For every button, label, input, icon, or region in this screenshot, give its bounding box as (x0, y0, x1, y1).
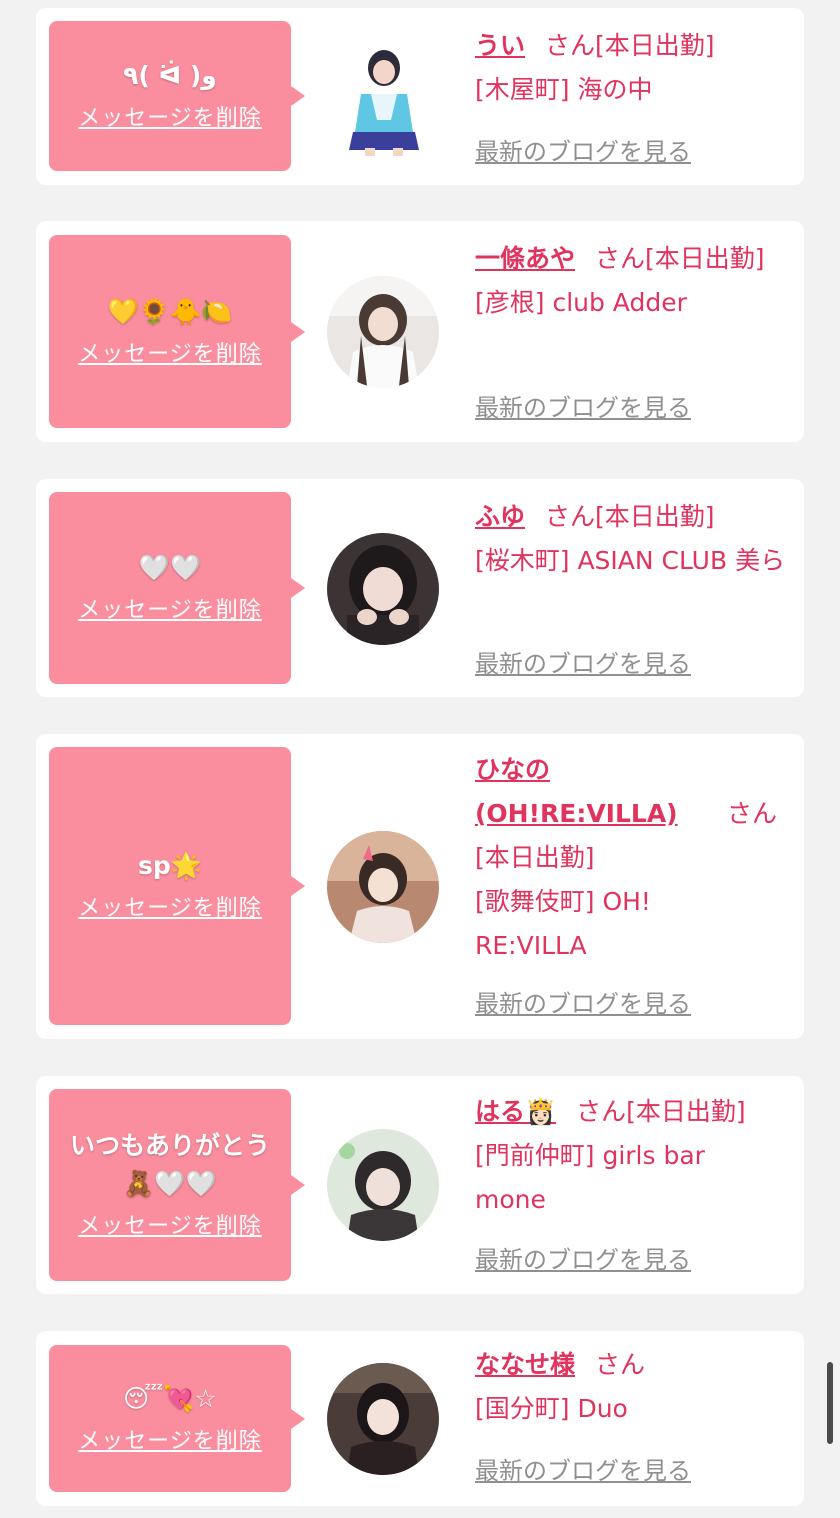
avatar-image (327, 533, 439, 645)
work-status: [本日出勤] (595, 31, 715, 60)
cast-avatar[interactable] (327, 276, 439, 388)
avatar-image (339, 44, 429, 156)
honorific: さん (545, 502, 596, 531)
cast-info: ななせ様 さん [国分町] Duo (475, 1343, 793, 1431)
work-status: [本日出勤] (645, 244, 765, 273)
honorific: さん (595, 1350, 646, 1379)
scrollbar[interactable] (827, 1362, 833, 1444)
cast-info: はる👸🏻 さん[本日出勤] [門前仲町] girls bar mone (475, 1090, 793, 1222)
latest-blog-link[interactable]: 最新のブログを見る (475, 392, 691, 424)
shop-location: [国分町] Duo (475, 1394, 628, 1423)
message-text: 😴💘☆ (123, 1383, 217, 1413)
work-status: [本日出勤] (475, 843, 595, 872)
cast-avatar[interactable] (327, 1129, 439, 1241)
latest-blog-link[interactable]: 最新のブログを見る (475, 988, 691, 1020)
avatar-image (327, 276, 439, 388)
favorite-card: sp🌟 メッセージを削除 ひなの (OH!RE:VILLA) さん [本日出勤] … (36, 734, 804, 1039)
message-bubble: 😴💘☆ メッセージを削除 (49, 1345, 305, 1492)
latest-blog-link[interactable]: 最新のブログを見る (475, 1455, 691, 1487)
honorific: さん (727, 799, 778, 828)
honorific: さん (576, 1097, 627, 1126)
cast-info: ひなの (OH!RE:VILLA) さん [本日出勤] [歌舞伎町] OH! RE… (475, 748, 793, 968)
message-bubble: いつもありがとう🧸🤍🤍 メッセージを削除 (49, 1089, 305, 1281)
cast-name-link[interactable]: うい (475, 31, 525, 60)
honorific: さん (545, 31, 596, 60)
avatar-image (327, 1129, 439, 1241)
delete-message-link[interactable]: メッセージを削除 (78, 339, 262, 371)
delete-message-link[interactable]: メッセージを削除 (78, 893, 262, 925)
avatar-image (327, 1363, 439, 1475)
delete-message-link[interactable]: メッセージを削除 (78, 595, 262, 627)
cast-name-link[interactable]: ななせ様 (475, 1350, 575, 1379)
message-bubble: ٩( ᐛ )و メッセージを削除 (49, 21, 305, 171)
shop-location: [歌舞伎町] OH! RE:VILLA (475, 887, 651, 960)
cast-avatar[interactable] (339, 44, 429, 156)
shop-location: [門前仲町] girls bar mone (475, 1141, 705, 1214)
work-status: [本日出勤] (626, 1097, 746, 1126)
latest-blog-link[interactable]: 最新のブログを見る (475, 136, 691, 168)
message-bubble: sp🌟 メッセージを削除 (49, 747, 305, 1025)
cast-name-link[interactable]: はる👸🏻 (475, 1097, 556, 1126)
delete-message-link[interactable]: メッセージを削除 (78, 1211, 262, 1243)
latest-blog-link[interactable]: 最新のブログを見る (475, 1244, 691, 1276)
work-status: [本日出勤] (595, 502, 715, 531)
message-bubble: 🤍🤍 メッセージを削除 (49, 492, 305, 684)
message-text: 💛🌻🐥🍋 (107, 296, 233, 326)
delete-message-link[interactable]: メッセージを削除 (78, 103, 262, 135)
latest-blog-link[interactable]: 最新のブログを見る (475, 648, 691, 680)
message-text: 🤍🤍 (138, 553, 202, 582)
favorite-card: 😴💘☆ メッセージを削除 ななせ様 さん [国分町] Duo 最新のブログを見る (36, 1331, 804, 1506)
cast-avatar[interactable] (327, 1363, 439, 1475)
avatar-image (327, 831, 439, 943)
cast-avatar[interactable] (327, 831, 439, 943)
favorite-card: ٩( ᐛ )و メッセージを削除 うい さん[本日出勤] [木屋町] 海の中 最新… (36, 8, 804, 185)
cast-info: ふゆ さん[本日出勤] [桜木町] ASIAN CLUB 美ら (475, 495, 793, 583)
message-text: sp🌟 (138, 851, 202, 880)
shop-location: [桜木町] ASIAN CLUB 美ら (475, 546, 786, 575)
cast-name-link[interactable]: 一條あや (475, 244, 575, 273)
honorific: さん (595, 244, 646, 273)
cast-info: うい さん[本日出勤] [木屋町] 海の中 (475, 24, 793, 112)
cast-avatar[interactable] (327, 533, 439, 645)
message-bubble: 💛🌻🐥🍋 メッセージを削除 (49, 235, 305, 428)
message-text: ٩( ᐛ )و (123, 61, 217, 90)
cast-name-link[interactable]: ふゆ (475, 502, 525, 531)
delete-message-link[interactable]: メッセージを削除 (78, 1426, 262, 1458)
favorite-card: いつもありがとう🧸🤍🤍 メッセージを削除 はる👸🏻 さん[本日出勤] [門前仲町]… (36, 1076, 804, 1294)
favorite-card: 🤍🤍 メッセージを削除 ふゆ さん[本日出勤] [桜木町] ASIAN CLUB … (36, 479, 804, 697)
cast-name-link[interactable]: ひなの (OH!RE:VILLA) (475, 748, 705, 836)
shop-location: [彦根] club Adder (475, 288, 687, 317)
message-text: いつもありがとう🧸🤍🤍 (69, 1131, 270, 1198)
cast-info: 一條あや さん[本日出勤] [彦根] club Adder (475, 237, 793, 325)
favorite-card: 💛🌻🐥🍋 メッセージを削除 一條あや さん[本日出勤] [彦根] club Add… (36, 221, 804, 442)
shop-location: [木屋町] 海の中 (475, 75, 653, 104)
